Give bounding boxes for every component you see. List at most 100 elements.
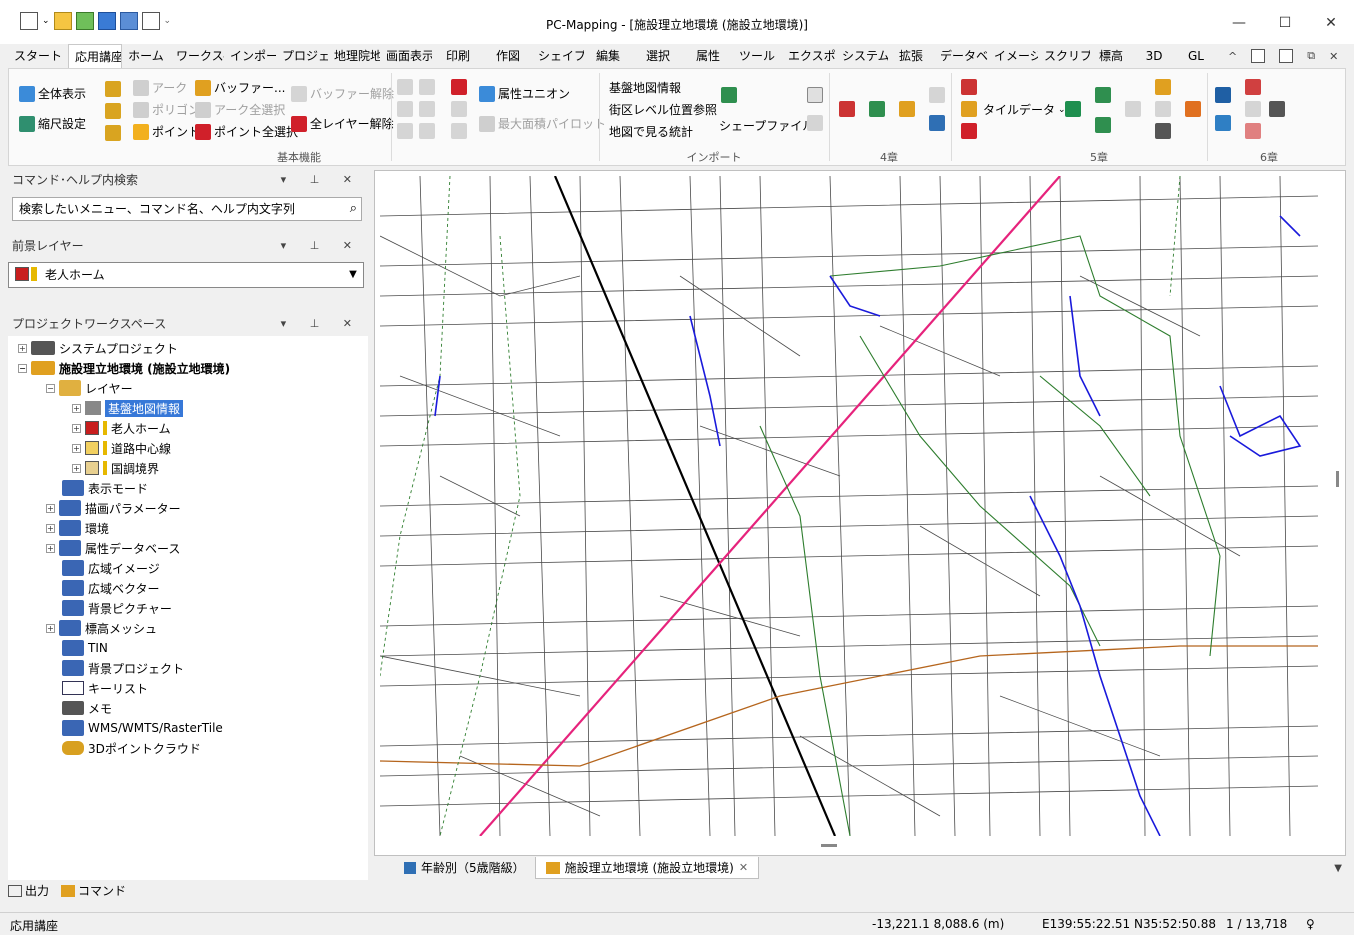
- expand-icon[interactable]: +: [72, 423, 81, 433]
- close-doc-icon[interactable]: ✕: [1329, 50, 1338, 63]
- tree-item-haikei-pic[interactable]: 背景ピクチャー: [62, 598, 172, 618]
- chart7-icon[interactable]: [1095, 87, 1111, 103]
- grid4-icon[interactable]: [397, 123, 413, 139]
- tree-item-hyoko-mesh[interactable]: + 標高メッシュ: [46, 618, 157, 638]
- tool4-icon[interactable]: [1185, 101, 1201, 117]
- tree-item-hyoji[interactable]: 表示モード: [62, 478, 148, 498]
- ch6-icon[interactable]: [1215, 87, 1231, 103]
- collapse-icon[interactable]: −: [46, 383, 55, 393]
- tab-import[interactable]: インポート: [224, 44, 276, 68]
- ch6f-icon[interactable]: [1269, 101, 1285, 117]
- chart6-icon[interactable]: [1065, 101, 1081, 117]
- tree-item-kankyo[interactable]: + 環境: [46, 518, 109, 538]
- import-icon[interactable]: [721, 87, 737, 103]
- tile3-icon[interactable]: [961, 123, 977, 139]
- tree-item-koiki-image[interactable]: 広域イメージ: [62, 558, 160, 578]
- shapefile-button[interactable]: シェープファイル: [719, 117, 814, 134]
- collapse-icon[interactable]: −: [18, 363, 27, 373]
- foreground-layer-select[interactable]: 老人ホーム ▼: [8, 262, 364, 288]
- attribute-union-button[interactable]: 属性ユニオン: [479, 85, 570, 102]
- tree-item-zokusei-db[interactable]: + 属性データベース: [46, 538, 180, 558]
- export2-icon[interactable]: [807, 115, 823, 131]
- ch6d-icon[interactable]: [1245, 101, 1261, 117]
- tab-age-group[interactable]: 年齢別（5歳階級）: [394, 857, 535, 879]
- tile2-icon[interactable]: [961, 101, 977, 117]
- layout2-icon[interactable]: [1279, 49, 1294, 63]
- panel-controls[interactable]: ▾ ⊥ ✕: [281, 236, 362, 256]
- maximize-button[interactable]: ☐: [1262, 8, 1308, 38]
- tab-database[interactable]: データベー: [934, 44, 988, 68]
- network-icon[interactable]: [451, 101, 467, 117]
- tab-export[interactable]: エクスポー: [782, 44, 836, 68]
- ch6e-icon[interactable]: [1245, 123, 1261, 139]
- grid3-icon[interactable]: [397, 101, 413, 117]
- tree-item-wms[interactable]: WMS/WMTS/RasterTile: [62, 718, 223, 738]
- tab-gsi[interactable]: 地理院地: [328, 44, 380, 68]
- tab-workspace[interactable]: ワークスペ: [170, 44, 224, 68]
- tree-item-koiki-vector[interactable]: 広域ベクター: [62, 578, 160, 598]
- expand-icon[interactable]: +: [72, 443, 81, 453]
- tool3-icon[interactable]: [1155, 123, 1171, 139]
- layout-icon[interactable]: [1251, 49, 1266, 63]
- tab-start[interactable]: スタート: [8, 44, 68, 68]
- tab-list-icon[interactable]: ▼: [1334, 863, 1342, 874]
- dropdown-arrow-icon[interactable]: ▼: [345, 263, 361, 287]
- panel-controls[interactable]: ▾ ⊥ ✕: [281, 170, 362, 190]
- tree-item-rojin[interactable]: + 老人ホーム: [72, 418, 171, 438]
- tab-edit[interactable]: 編集: [584, 44, 632, 68]
- chart3-icon[interactable]: [899, 101, 915, 117]
- layer2-icon[interactable]: [105, 103, 121, 119]
- tab-3d[interactable]: 3D: [1132, 44, 1176, 68]
- tree-item-tin[interactable]: TIN: [62, 638, 108, 658]
- gaiku-import-button[interactable]: 街区レベル位置参照: [609, 101, 717, 118]
- scale-setting-button[interactable]: 縮尺設定: [19, 115, 86, 132]
- expand-icon[interactable]: +: [72, 463, 81, 473]
- binoculars-icon[interactable]: [419, 101, 435, 117]
- tree-item-kokuchou[interactable]: + 国調境界: [72, 458, 159, 478]
- chart5-icon[interactable]: [929, 115, 945, 131]
- max-area-pilot-button[interactable]: 最大面積パイロット: [479, 115, 606, 132]
- tab-print[interactable]: 印刷: [432, 44, 484, 68]
- output-tab[interactable]: 出力: [8, 882, 49, 899]
- tool-icon[interactable]: [1155, 79, 1171, 95]
- chart9-icon[interactable]: [1125, 101, 1141, 117]
- expand-icon[interactable]: +: [46, 503, 55, 513]
- chart8-icon[interactable]: [1095, 117, 1111, 133]
- arc-button[interactable]: アーク: [133, 79, 187, 96]
- tab-script[interactable]: スクリプト: [1038, 44, 1090, 68]
- ch6b-icon[interactable]: [1215, 115, 1231, 131]
- pin-icon[interactable]: [451, 79, 467, 95]
- tree-item-kiban[interactable]: + 基盤地図情報: [72, 398, 184, 418]
- tab-shape[interactable]: シェイプ: [532, 44, 584, 68]
- chart4-icon[interactable]: [929, 87, 945, 103]
- tab-applied[interactable]: 応用講座: [68, 44, 122, 68]
- chart2-icon[interactable]: [869, 101, 885, 117]
- statistics-map-button[interactable]: 地図で見る統計: [609, 123, 693, 140]
- tab-gl[interactable]: GL: [1176, 44, 1216, 68]
- export-icon[interactable]: [807, 87, 823, 103]
- tree-item-project[interactable]: − 施設理立地環境 (施設立地環境): [18, 358, 230, 378]
- minimize-button[interactable]: —: [1216, 8, 1262, 38]
- tab-image[interactable]: イメージ: [988, 44, 1038, 68]
- tab-select[interactable]: 選択: [632, 44, 684, 68]
- point-button[interactable]: ポイント: [133, 123, 200, 140]
- chart-icon[interactable]: [839, 101, 855, 117]
- tab-display[interactable]: 画面表示: [380, 44, 432, 68]
- close-button[interactable]: ✕: [1308, 8, 1354, 38]
- tree-item-haikei-project[interactable]: 背景プロジェクト: [62, 658, 184, 678]
- network2-icon[interactable]: [451, 123, 467, 139]
- grid2-icon[interactable]: [419, 79, 435, 95]
- tab-project[interactable]: プロジェク: [276, 44, 328, 68]
- splitter-handle[interactable]: [821, 844, 837, 847]
- tile-data-button[interactable]: タイルデータ ⌄: [983, 101, 1066, 118]
- tree-item-pointcloud[interactable]: 3Dポイントクラウド: [62, 738, 201, 758]
- buffer-button[interactable]: バッファー...: [195, 79, 285, 96]
- point-select-all-button[interactable]: ポイント全選択: [195, 123, 298, 140]
- tab-tool[interactable]: ツール: [732, 44, 782, 68]
- expand-icon[interactable]: +: [46, 523, 55, 533]
- tab-attribute[interactable]: 属性: [684, 44, 732, 68]
- all-layer-release-button[interactable]: 全レイヤー解除: [291, 115, 394, 132]
- grid5-icon[interactable]: [419, 123, 435, 139]
- kiban-import-button[interactable]: 基盤地図情報: [609, 79, 681, 96]
- tab-system[interactable]: システム: [836, 44, 888, 68]
